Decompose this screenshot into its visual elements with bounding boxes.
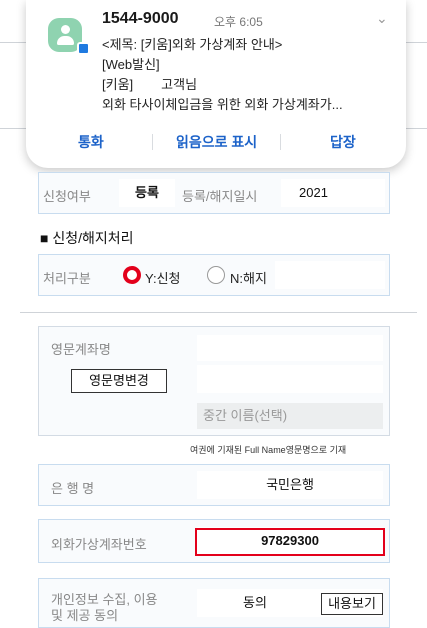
- english-name-group: 영문계좌명 영문명변경 중간 이름(선택): [38, 326, 390, 436]
- english-name-note: 여권에 기재된 Full Name영문명으로 기재: [190, 445, 347, 455]
- radio-apply[interactable]: [123, 266, 141, 284]
- notification-line: [Web발신]: [102, 57, 160, 72]
- process-label: 처리구분: [43, 271, 91, 286]
- sms-notification[interactable]: 1544-9000 오후 6:05 ⌄ <제목: [키움]외화 가상계좌 안내>…: [26, 0, 406, 168]
- date-value: 2021: [281, 179, 385, 207]
- english-name-label: 영문계좌명: [51, 342, 111, 357]
- radio-apply-label[interactable]: Y:신청: [145, 268, 181, 287]
- account-label: 외화가상계좌번호: [51, 537, 147, 552]
- reply-button[interactable]: 답장: [330, 132, 356, 152]
- bank-label: 은 행 명: [51, 481, 95, 496]
- radio-cancel[interactable]: [207, 266, 225, 284]
- radio-cancel-label[interactable]: N:해지: [230, 268, 267, 287]
- notification-sender: 1544-9000: [102, 10, 179, 27]
- notification-line: [키움] 고객님: [102, 77, 198, 92]
- notification-line: 외화 타사이체입금을 위한 외화 가상계좌가...: [102, 97, 343, 112]
- section-title: ■ 신청/해지처리: [40, 230, 134, 246]
- registration-status-row: 신청여부 등록 등록/해지일시 2021: [38, 172, 390, 214]
- process-blank: [275, 261, 385, 289]
- status-label: 신청여부: [43, 189, 91, 204]
- privacy-label-line2: 및 제공 동의: [51, 608, 119, 623]
- english-name-change-button[interactable]: 영문명변경: [71, 369, 167, 393]
- privacy-consent-row: 개인정보 수집, 이용 및 제공 동의 동의 내용보기: [38, 578, 390, 628]
- chevron-down-icon[interactable]: ⌄: [376, 10, 388, 27]
- middle-name-input[interactable]: 중간 이름(선택): [197, 403, 383, 429]
- process-type-row: 처리구분 Y:신청 N:해지: [38, 254, 390, 296]
- status-value: 등록: [119, 179, 175, 207]
- bank-row: 은 행 명 국민은행: [38, 464, 390, 506]
- message-badge-icon: [77, 42, 90, 55]
- mark-read-button[interactable]: 읽음으로 표시: [176, 132, 257, 152]
- call-button[interactable]: 통화: [78, 132, 104, 152]
- divider: [405, 128, 427, 129]
- divider: [405, 42, 427, 43]
- view-content-button[interactable]: 내용보기: [321, 593, 383, 615]
- notification-time: 오후 6:05: [214, 15, 263, 29]
- first-name-input[interactable]: [197, 335, 383, 361]
- last-name-input[interactable]: [197, 365, 383, 393]
- notification-line: <제목: [키움]외화 가상계좌 안내>: [102, 37, 283, 52]
- date-label: 등록/해지일시: [182, 189, 258, 204]
- divider: [20, 312, 417, 313]
- notification-actions: 통화 읽음으로 표시 답장: [26, 128, 406, 156]
- bank-value: 국민은행: [197, 471, 383, 499]
- highlight-box: [195, 528, 385, 556]
